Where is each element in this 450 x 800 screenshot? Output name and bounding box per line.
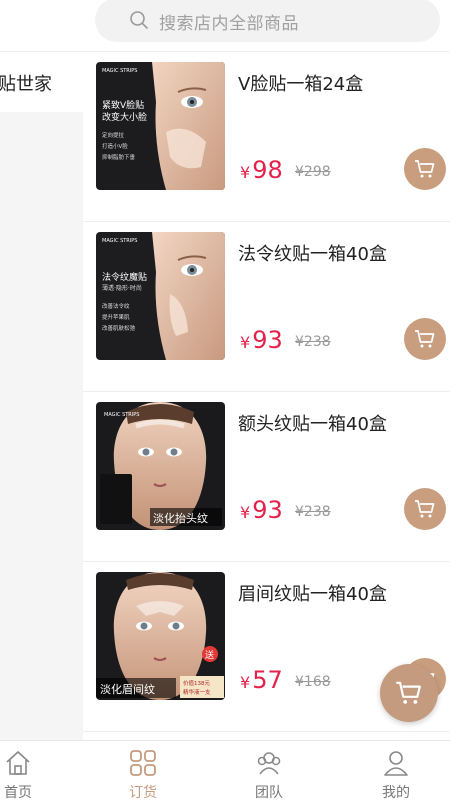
tab-label: 团队 <box>255 785 283 800</box>
product-name[interactable]: 额头纹贴一箱40盒 <box>238 410 387 436</box>
user-icon <box>384 751 408 776</box>
product-name[interactable]: V脸贴一箱24盒 <box>238 70 363 96</box>
image-title: 法令纹魔贴 <box>102 271 147 283</box>
search-input[interactable]: 搜索店内全部商品 <box>95 0 440 42</box>
product-item[interactable]: MAGIC STRIPS 法令纹魔贴 薄透·隐形·时尚 改善法令纹 提升苹果肌 … <box>83 222 450 392</box>
cart-icon <box>415 160 435 178</box>
product-name[interactable]: 法令纹贴一箱40盒 <box>238 240 387 266</box>
original-price: ¥298 <box>295 164 331 180</box>
gift-text-line: 精华液一支 <box>183 688 211 696</box>
category-item-active[interactable]: 贴世家 <box>0 52 83 112</box>
product-price: ¥98 <box>240 156 283 184</box>
search-placeholder: 搜索店内全部商品 <box>159 14 299 34</box>
category-sidebar: 贴世家 <box>0 52 83 740</box>
brand-logo-text: MAGIC STRIPS <box>102 68 137 74</box>
cart-icon <box>396 681 421 704</box>
tab-mine[interactable]: 我的 <box>340 741 450 800</box>
product-item[interactable]: MAGIC STRIPS 紧致V脸贴 改变大小脸 定向提拉 打造小V脸 抑制脂肪… <box>83 52 450 222</box>
image-caption: 淡化抬头纹 <box>153 511 208 525</box>
tab-label: 首页 <box>4 785 32 800</box>
image-point: 定向提拉 <box>102 131 125 139</box>
product-image[interactable]: MAGIC STRIPS 紧致V脸贴 改变大小脸 定向提拉 打造小V脸 抑制脂肪… <box>96 62 225 190</box>
image-caption: 淡化眉间纹 <box>100 682 155 696</box>
original-price: ¥168 <box>295 674 331 690</box>
bottom-tab-bar: 首页 订货 团队 我的 <box>0 740 450 800</box>
team-icon <box>257 752 281 775</box>
product-image[interactable]: 送 价值138元 精华液一支 淡化眉间纹 <box>96 572 225 700</box>
search-bar: 搜索店内全部商品 <box>0 0 450 52</box>
image-title-line: 改变大小脸 <box>102 111 147 123</box>
grid-icon <box>130 750 156 776</box>
tab-order[interactable]: 订货 <box>87 741 199 800</box>
tab-team[interactable]: 团队 <box>213 741 325 800</box>
image-point: 改善肌肤松弛 <box>102 324 136 332</box>
add-to-cart-button[interactable] <box>404 488 446 530</box>
product-item[interactable]: MAGIC STRIPS 淡化抬头纹 额头纹贴一箱40盒 ¥93 ¥238 <box>83 392 450 562</box>
tab-label: 订货 <box>129 785 157 800</box>
image-subtitle: 薄透·隐形·时尚 <box>102 284 142 292</box>
gift-badge: 送 <box>205 649 214 661</box>
tab-home[interactable]: 首页 <box>0 741 74 800</box>
brand-logo-text: MAGIC STRIPS <box>102 238 137 244</box>
product-name[interactable]: 眉间纹贴一箱40盒 <box>238 580 387 606</box>
add-to-cart-button[interactable] <box>404 318 446 360</box>
image-point: 抑制脂肪下垂 <box>102 153 136 161</box>
category-label: 贴世家 <box>0 74 52 95</box>
image-title-line: 紧致V脸贴 <box>102 99 144 111</box>
search-icon <box>130 11 148 29</box>
original-price: ¥238 <box>295 334 331 350</box>
add-to-cart-button[interactable] <box>404 148 446 190</box>
product-price: ¥93 <box>240 326 283 354</box>
product-list: MAGIC STRIPS 紧致V脸贴 改变大小脸 定向提拉 打造小V脸 抑制脂肪… <box>83 52 450 740</box>
floating-cart-button[interactable] <box>380 664 438 722</box>
product-image[interactable]: MAGIC STRIPS 淡化抬头纹 <box>96 402 225 530</box>
tab-label: 我的 <box>382 785 410 800</box>
original-price: ¥238 <box>295 504 331 520</box>
product-price: ¥57 <box>240 666 283 694</box>
product-price: ¥93 <box>240 496 283 524</box>
product-image[interactable]: MAGIC STRIPS 法令纹魔贴 薄透·隐形·时尚 改善法令纹 提升苹果肌 … <box>96 232 225 360</box>
cart-icon <box>415 500 435 518</box>
brand-logo-text: MAGIC STRIPS <box>104 412 139 418</box>
image-point: 打造小V脸 <box>102 142 128 150</box>
image-point: 提升苹果肌 <box>102 313 130 321</box>
gift-text-line: 价值138元 <box>183 679 210 687</box>
home-icon <box>6 751 30 775</box>
cart-icon <box>415 330 435 348</box>
product-item[interactable] <box>83 732 450 740</box>
image-point: 改善法令纹 <box>102 302 130 310</box>
